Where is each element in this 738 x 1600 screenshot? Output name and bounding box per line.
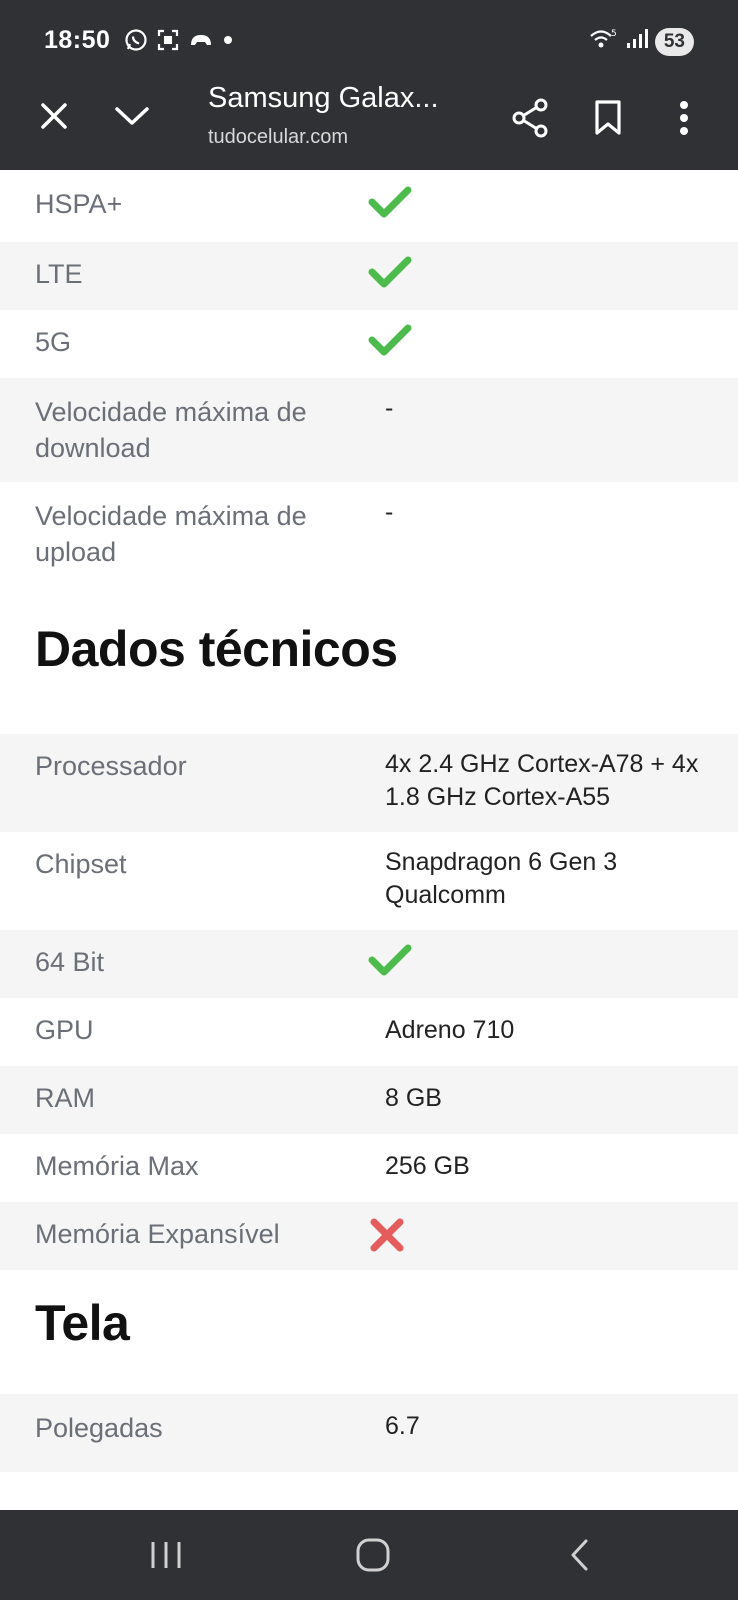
spec-row-5g: 5G (0, 310, 738, 378)
spec-row-ram: RAM 8 GB (0, 1066, 738, 1134)
bookmark-icon[interactable] (588, 96, 628, 140)
check-icon (368, 184, 412, 225)
notification-icons (124, 28, 234, 52)
spec-row-expandable-memory: Memória Expansível (0, 1202, 738, 1270)
system-status: 5 53 (589, 26, 694, 57)
check-icon (368, 254, 412, 295)
spec-row-processor: Processador 4x 2.4 GHz Cortex-A78 + 4x 1… (0, 734, 738, 832)
spec-value: 6.7 (385, 1412, 420, 1440)
close-icon[interactable] (34, 96, 74, 136)
signal-icon (625, 27, 649, 56)
spec-row-chipset: Chipset Snapdragon 6 Gen 3 Qualcomm (0, 832, 738, 930)
chevron-down-icon[interactable] (110, 96, 154, 136)
spec-label: 5G (35, 327, 72, 357)
page-url[interactable]: tudocelular.com (208, 126, 348, 149)
spec-label: Polegadas (35, 1413, 163, 1443)
navigation-bar (0, 1510, 738, 1600)
screenshot-icon (156, 28, 180, 52)
spec-label: 64 Bit (35, 947, 105, 977)
check-icon (368, 942, 412, 983)
battery-level: 53 (654, 27, 694, 56)
whatsapp-icon (124, 28, 148, 52)
spec-label: Processador (35, 751, 187, 781)
dot-icon (222, 28, 234, 52)
spec-label: GPU (35, 1015, 94, 1045)
spec-label: Velocidade máxima de upload (35, 501, 307, 567)
cross-icon (368, 1216, 406, 1259)
more-vert-icon[interactable] (664, 96, 704, 140)
spec-label: HSPA+ (35, 189, 123, 219)
home-icon[interactable] (343, 1532, 403, 1578)
spec-label: Memória Max (35, 1151, 199, 1181)
page-title[interactable]: Samsung Galax... (208, 82, 439, 115)
spec-row-download-speed: Velocidade máxima de download - (0, 378, 738, 482)
back-icon[interactable] (550, 1532, 610, 1578)
svg-text:5: 5 (611, 29, 617, 39)
spec-row-64bit: 64 Bit (0, 930, 738, 998)
check-icon (368, 322, 412, 363)
spec-value: 4x 2.4 GHz Cortex-A78 + 4x 1.8 GHz Corte… (385, 750, 699, 811)
status-bar: 18:50 5 53 (0, 18, 738, 64)
section-title-technical: Dados técnicos (35, 621, 398, 677)
spec-value: 8 GB (385, 1084, 442, 1112)
share-icon[interactable] (508, 96, 552, 140)
spec-row-upload-speed: Velocidade máxima de upload - (0, 482, 738, 586)
spec-value: Adreno 710 (385, 1016, 515, 1044)
spec-row-gpu: GPU Adreno 710 (0, 998, 738, 1066)
section-title-screen: Tela (35, 1295, 130, 1351)
spec-label: RAM (35, 1083, 95, 1113)
spec-label: Memória Expansível (35, 1219, 280, 1249)
game-icon (188, 28, 214, 52)
wifi-5g-icon: 5 (589, 26, 619, 57)
spec-value: 256 GB (385, 1152, 470, 1180)
top-bar: 18:50 5 53 Samsung Galax... tudocelular.… (0, 0, 738, 170)
spec-label: Velocidade máxima de download (35, 397, 307, 463)
recents-icon[interactable] (136, 1532, 196, 1578)
spec-row-hspa: HSPA+ (0, 170, 738, 242)
spec-row-inches: Polegadas 6.7 (0, 1394, 738, 1472)
spec-value: - (385, 498, 394, 526)
spec-row-lte: LTE (0, 242, 738, 310)
spec-page: HSPA+ LTE 5G Velocidade máxima de downlo… (0, 170, 738, 1510)
spec-label: LTE (35, 259, 83, 289)
spec-label: Chipset (35, 849, 127, 879)
spec-row-max-memory: Memória Max 256 GB (0, 1134, 738, 1202)
spec-value: - (385, 394, 394, 422)
status-time: 18:50 (44, 26, 111, 54)
spec-value: Snapdragon 6 Gen 3 Qualcomm (385, 848, 618, 909)
